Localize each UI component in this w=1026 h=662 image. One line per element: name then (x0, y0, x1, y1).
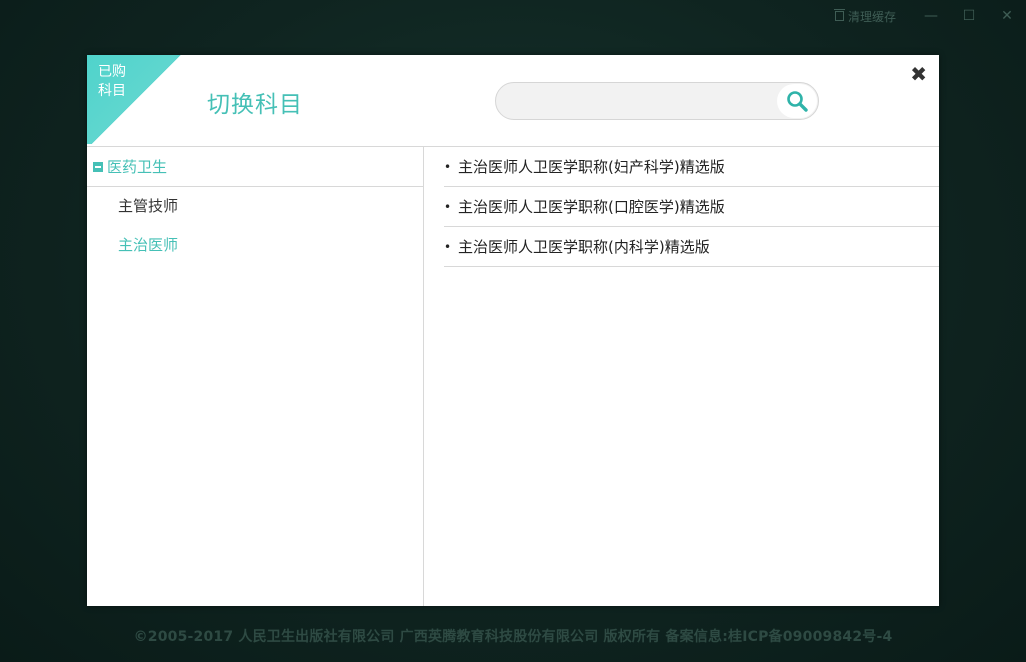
minimize-button[interactable]: — (912, 8, 950, 24)
titlebar-tools: 清理缓存 — ☐ ✕ (833, 6, 1026, 26)
trash-icon (833, 9, 845, 21)
corner-label-line1: 已购 (98, 64, 126, 80)
course-item[interactable]: • 主治医师人卫医学职称(妇产科学)精选版 (444, 147, 939, 187)
course-item[interactable]: • 主治医师人卫医学职称(内科学)精选版 (444, 227, 939, 267)
bullet: • (444, 199, 452, 214)
window-close-button[interactable]: ✕ (988, 8, 1026, 24)
bullet: • (444, 239, 452, 254)
tree-item-supervising-technician[interactable]: 主管技师 (87, 187, 423, 226)
dialog-close-button[interactable]: ✖ (910, 62, 927, 86)
bullet: • (444, 159, 452, 174)
dialog-title: 切换科目 (207, 92, 303, 118)
search-box (495, 82, 819, 120)
tree-item-attending-physician[interactable]: 主治医师 (87, 226, 423, 265)
search-button[interactable] (777, 84, 817, 118)
corner-label: 已购 科目 (98, 63, 126, 101)
tree-root-label: 医药卫生 (107, 158, 168, 176)
course-item[interactable]: • 主治医师人卫医学职称(口腔医学)精选版 (444, 187, 939, 227)
course-list: • 主治医师人卫医学职称(妇产科学)精选版 • 主治医师人卫医学职称(口腔医学)… (444, 147, 939, 267)
purchased-corner-ribbon: 已购 科目 (87, 55, 185, 144)
tree-root-medical[interactable]: 医药卫生 (87, 147, 423, 187)
search-icon (787, 91, 808, 112)
collapse-icon[interactable] (93, 161, 103, 172)
footer-copyright: ©2005-2017 人民卫生出版社有限公司 广西英腾教育科技股份有限公司 版权… (133, 629, 893, 645)
maximize-button[interactable]: ☐ (950, 8, 988, 24)
clear-cache-button[interactable]: 清理缓存 (833, 8, 896, 25)
subject-tree: 医药卫生 主管技师 主治医师 (87, 147, 424, 606)
switch-subject-dialog: 已购 科目 切换科目 ✖ 医药卫生 主管技师 主治医师 • 主治医师人卫医学职称… (87, 55, 939, 606)
clear-cache-label: 清理缓存 (847, 9, 896, 24)
course-label: 主治医师人卫医学职称(口腔医学)精选版 (458, 198, 725, 216)
search-input[interactable] (508, 91, 772, 113)
corner-label-line2: 科目 (98, 83, 126, 99)
course-label: 主治医师人卫医学职称(妇产科学)精选版 (458, 158, 725, 176)
course-label: 主治医师人卫医学职称(内科学)精选版 (458, 238, 710, 256)
